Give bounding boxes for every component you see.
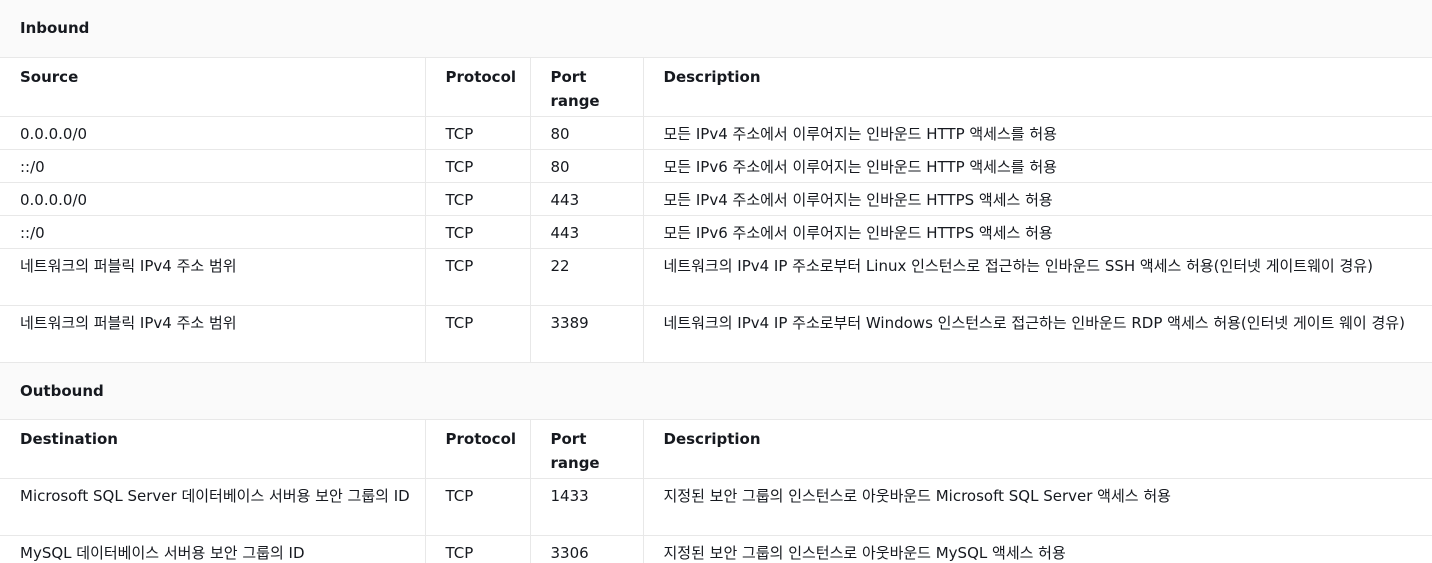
cell-port: 3306 (529, 535, 643, 563)
table-row: 네트워크의 퍼블릭 IPv4 주소 범위 TCP 22 네트워크의 IPv4 I… (0, 248, 1432, 306)
header-port-range: Port range (529, 419, 643, 479)
cell-source: 네트워크의 퍼블릭 IPv4 주소 범위 (0, 248, 425, 306)
cell-description: 모든 IPv4 주소에서 이루어지는 인바운드 HTTP 액세스를 허용 (642, 116, 1432, 150)
cell-protocol: TCP (424, 215, 530, 249)
cell-port: 80 (529, 116, 643, 150)
cell-description: 지정된 보안 그룹의 인스턴스로 아웃바운드 Microsoft SQL Ser… (642, 478, 1432, 536)
cell-source: 0.0.0.0/0 (0, 116, 425, 150)
cell-destination: Microsoft SQL Server 데이터베이스 서버용 보안 그룹의 I… (0, 478, 425, 536)
table-row: MySQL 데이터베이스 서버용 보안 그룹의 ID TCP 3306 지정된 … (0, 535, 1432, 563)
header-protocol: Protocol (424, 419, 530, 479)
header-source: Source (0, 57, 425, 117)
inbound-column-headers: Source Protocol Port range Description (0, 57, 1432, 117)
table-row: Microsoft SQL Server 데이터베이스 서버용 보안 그룹의 I… (0, 478, 1432, 536)
header-destination: Destination (0, 419, 425, 479)
table-row: ::/0 TCP 80 모든 IPv6 주소에서 이루어지는 인바운드 HTTP… (0, 149, 1432, 183)
cell-description: 모든 IPv6 주소에서 이루어지는 인바운드 HTTPS 액세스 허용 (642, 215, 1432, 249)
cell-protocol: TCP (424, 149, 530, 183)
cell-protocol: TCP (424, 305, 530, 363)
cell-port: 443 (529, 215, 643, 249)
table-row: 0.0.0.0/0 TCP 80 모든 IPv4 주소에서 이루어지는 인바운드… (0, 116, 1432, 150)
outbound-title: Outbound (0, 362, 1432, 420)
inbound-title: Inbound (0, 0, 1432, 58)
table-row: ::/0 TCP 443 모든 IPv6 주소에서 이루어지는 인바운드 HTT… (0, 215, 1432, 249)
cell-protocol: TCP (424, 535, 530, 563)
cell-description: 지정된 보안 그룹의 인스턴스로 아웃바운드 MySQL 액세스 허용 (642, 535, 1432, 563)
header-protocol: Protocol (424, 57, 530, 117)
cell-description: 모든 IPv4 주소에서 이루어지는 인바운드 HTTPS 액세스 허용 (642, 182, 1432, 216)
cell-description: 네트워크의 IPv4 IP 주소로부터 Windows 인스턴스로 접근하는 인… (642, 305, 1432, 363)
cell-protocol: TCP (424, 182, 530, 216)
cell-protocol: TCP (424, 478, 530, 536)
inbound-section-header: Inbound (0, 0, 1432, 58)
cell-protocol: TCP (424, 248, 530, 306)
cell-port: 3389 (529, 305, 643, 363)
table-row: 네트워크의 퍼블릭 IPv4 주소 범위 TCP 3389 네트워크의 IPv4… (0, 305, 1432, 363)
cell-port: 1433 (529, 478, 643, 536)
cell-description: 모든 IPv6 주소에서 이루어지는 인바운드 HTTP 액세스를 허용 (642, 149, 1432, 183)
security-group-rules-table: Inbound Source Protocol Port range Descr… (0, 0, 1432, 563)
outbound-column-headers: Destination Protocol Port range Descript… (0, 419, 1432, 479)
header-description: Description (642, 419, 1432, 479)
cell-protocol: TCP (424, 116, 530, 150)
cell-destination: MySQL 데이터베이스 서버용 보안 그룹의 ID (0, 535, 425, 563)
table-row: 0.0.0.0/0 TCP 443 모든 IPv4 주소에서 이루어지는 인바운… (0, 182, 1432, 216)
cell-source: ::/0 (0, 149, 425, 183)
cell-port: 22 (529, 248, 643, 306)
cell-port: 443 (529, 182, 643, 216)
cell-port: 80 (529, 149, 643, 183)
cell-description: 네트워크의 IPv4 IP 주소로부터 Linux 인스턴스로 접근하는 인바운… (642, 248, 1432, 306)
cell-source: ::/0 (0, 215, 425, 249)
header-port-range: Port range (529, 57, 643, 117)
outbound-section-header: Outbound (0, 362, 1432, 420)
header-description: Description (642, 57, 1432, 117)
cell-source: 네트워크의 퍼블릭 IPv4 주소 범위 (0, 305, 425, 363)
cell-source: 0.0.0.0/0 (0, 182, 425, 216)
